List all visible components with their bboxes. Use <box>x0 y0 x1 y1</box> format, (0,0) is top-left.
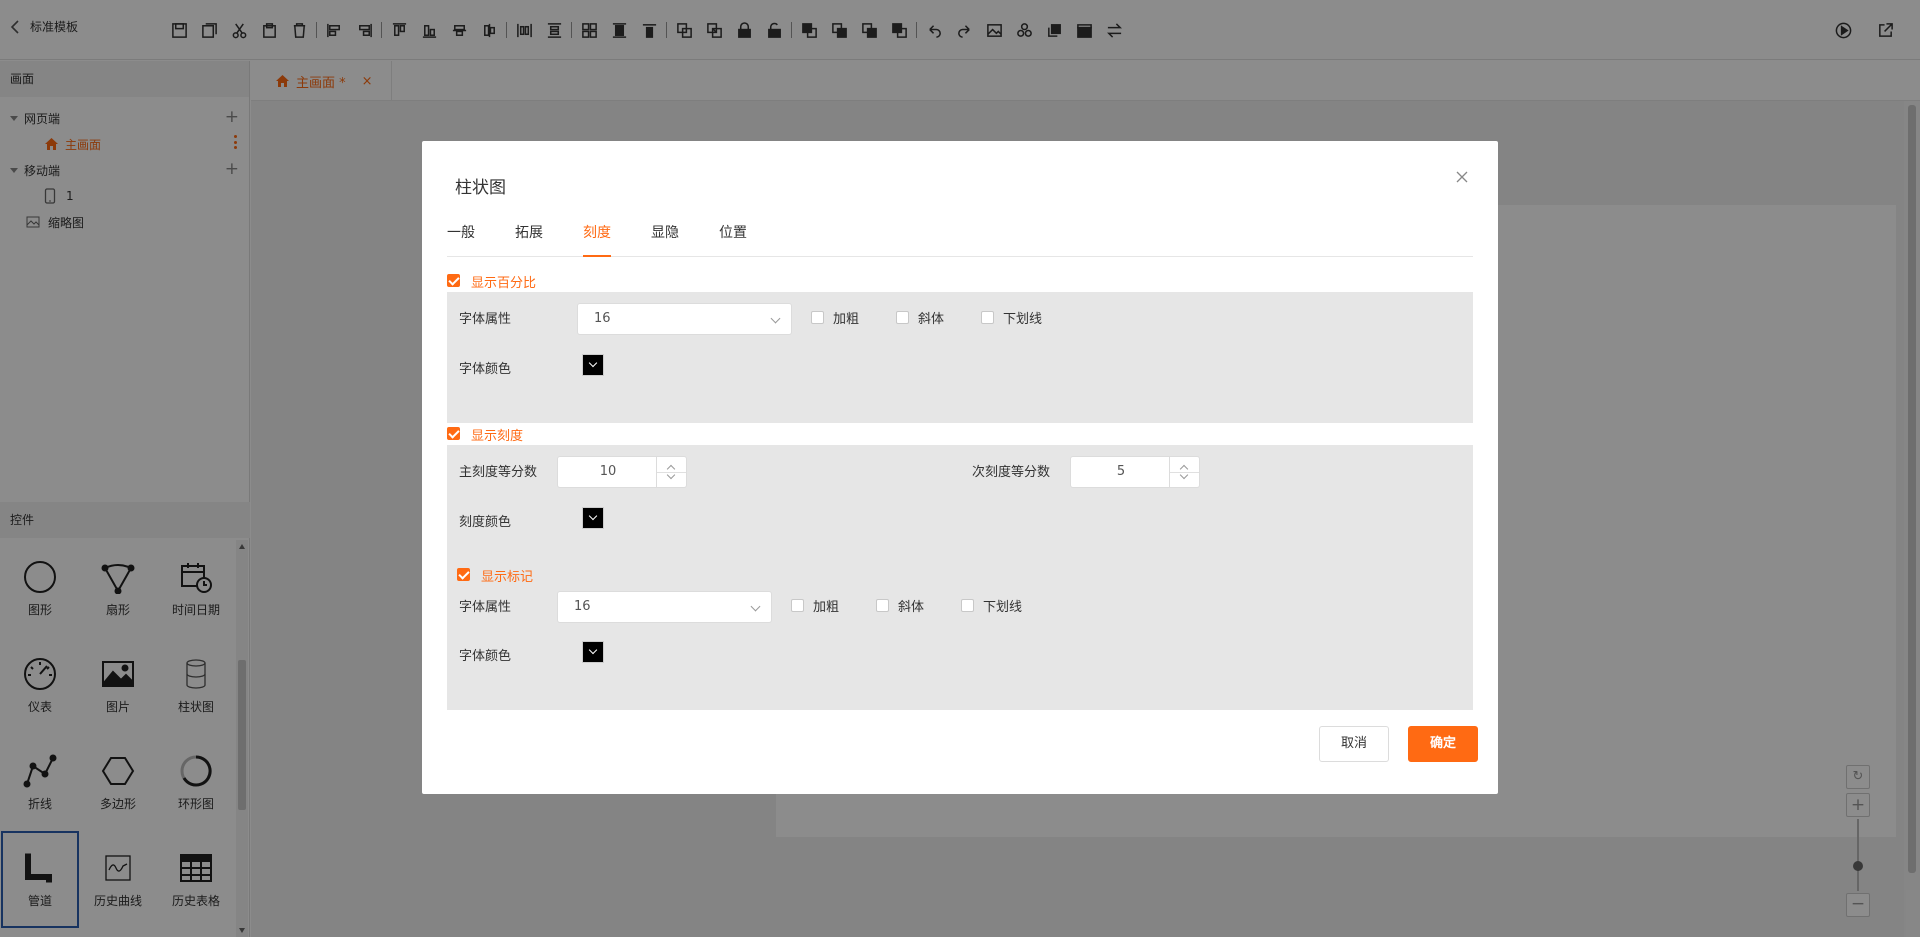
scale-color-label: 刻度颜色 <box>459 515 512 530</box>
major-scale-input[interactable]: 10 <box>557 456 687 488</box>
font-size-value: 16 <box>594 311 611 326</box>
italic-checkbox[interactable] <box>896 311 909 324</box>
show-scale-checkbox[interactable] <box>447 427 460 440</box>
confirm-button[interactable]: 确定 <box>1408 726 1478 762</box>
bar-chart-properties-dialog: 柱状图 一般 拓展 刻度 显隐 位置 显示百分比 字体属性 16 加粗 斜体 下… <box>422 141 1498 794</box>
mark-italic-label: 斜体 <box>898 600 925 615</box>
mark-font-color-picker[interactable] <box>582 641 604 663</box>
major-scale-value[interactable]: 10 <box>558 457 658 487</box>
italic-label: 斜体 <box>918 312 945 327</box>
tab-extend[interactable]: 拓展 <box>515 223 543 257</box>
mark-underline-checkbox[interactable] <box>961 599 974 612</box>
scale-color-picker[interactable] <box>582 507 604 529</box>
bold-checkbox[interactable] <box>811 311 824 324</box>
close-icon[interactable] <box>1454 169 1470 185</box>
minor-scale-input[interactable]: 5 <box>1070 456 1200 488</box>
underline-checkbox[interactable] <box>981 311 994 324</box>
mark-font-size-select[interactable]: 16 <box>557 591 772 623</box>
dialog-title: 柱状图 <box>455 178 506 198</box>
font-color-label: 字体颜色 <box>459 362 512 377</box>
show-mark-label: 显示标记 <box>481 570 534 585</box>
mark-font-size-value: 16 <box>574 599 591 614</box>
minor-scale-stepper[interactable] <box>1169 457 1199 487</box>
scale-settings-panel: 主刻度等分数 10 次刻度等分数 5 刻度颜色 显示标记 字体属性 16 加粗 … <box>447 445 1473 710</box>
tab-visibility[interactable]: 显隐 <box>651 223 679 257</box>
font-size-select[interactable]: 16 <box>577 303 792 335</box>
show-mark-checkbox[interactable] <box>457 568 470 581</box>
cancel-button[interactable]: 取消 <box>1319 726 1389 762</box>
dialog-tabs: 一般 拓展 刻度 显隐 位置 <box>447 223 1473 257</box>
mark-bold-label: 加粗 <box>813 600 840 615</box>
minor-scale-label: 次刻度等分数 <box>972 465 1051 480</box>
show-percent-label: 显示百分比 <box>471 276 537 291</box>
major-scale-label: 主刻度等分数 <box>459 465 538 480</box>
mark-underline-label: 下划线 <box>983 600 1023 615</box>
font-attr-label: 字体属性 <box>459 312 512 327</box>
chevron-down-icon <box>770 313 781 324</box>
bold-label: 加粗 <box>833 312 860 327</box>
chevron-down-icon <box>750 601 761 612</box>
font-color-picker[interactable] <box>582 354 604 376</box>
mark-italic-checkbox[interactable] <box>876 599 889 612</box>
tab-position[interactable]: 位置 <box>719 223 747 257</box>
show-percent-checkbox[interactable] <box>447 274 460 287</box>
tab-scale[interactable]: 刻度 <box>583 223 611 257</box>
mark-font-attr-label: 字体属性 <box>459 600 512 615</box>
percent-settings-panel: 字体属性 16 加粗 斜体 下划线 字体颜色 <box>447 292 1473 423</box>
show-scale-label: 显示刻度 <box>471 429 524 444</box>
mark-bold-checkbox[interactable] <box>791 599 804 612</box>
major-scale-stepper[interactable] <box>656 457 686 487</box>
tab-general[interactable]: 一般 <box>447 223 475 257</box>
minor-scale-value[interactable]: 5 <box>1071 457 1171 487</box>
mark-font-color-label: 字体颜色 <box>459 649 512 664</box>
underline-label: 下划线 <box>1003 312 1043 327</box>
